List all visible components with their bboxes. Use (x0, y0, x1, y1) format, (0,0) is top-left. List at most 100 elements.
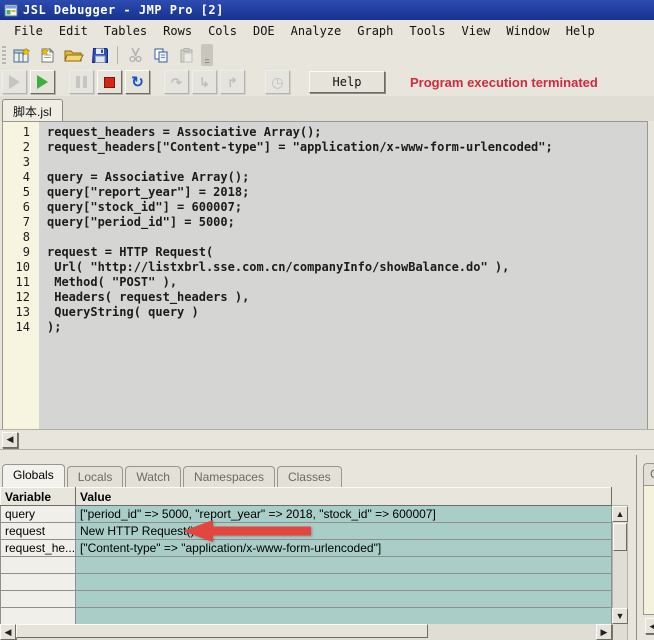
tab-namespaces[interactable]: Namespaces (182, 466, 275, 487)
scroll-left-icon[interactable]: ◀ (2, 431, 18, 448)
stop-button[interactable] (97, 70, 122, 94)
menu-cols[interactable]: Cols (200, 22, 245, 40)
step-over-icon: ↷ (171, 74, 182, 90)
toolbar-overflow-icon[interactable]: = (201, 44, 213, 66)
tab-locals[interactable]: Locals (66, 466, 124, 487)
reset-button[interactable]: ↻ (125, 70, 150, 94)
app-icon (4, 4, 18, 16)
toolbar-grip[interactable] (2, 46, 6, 64)
code-line: request_headers = Associative Array(); (47, 125, 322, 139)
variable-name-cell[interactable] (0, 607, 76, 625)
table-vscrollbar[interactable]: ▲ ▼ (612, 505, 628, 640)
open-icon (64, 50, 84, 62)
variable-name-cell[interactable] (0, 556, 76, 574)
table-row[interactable]: request_he... ["Content-type" => "applica… (0, 539, 612, 557)
pause-button[interactable] (69, 70, 94, 94)
scroll-down-icon[interactable]: ▼ (612, 608, 628, 624)
tab-callstack-partial[interactable]: C (643, 463, 654, 485)
code-line: QueryString( query ) (47, 305, 199, 319)
step-into-button[interactable]: ↳ (192, 70, 217, 94)
tab-watch[interactable]: Watch (125, 466, 181, 487)
table-row[interactable] (0, 556, 612, 574)
scroll-right-icon[interactable]: ▶ (596, 624, 612, 640)
breakpoints-button[interactable]: ◷ (265, 70, 290, 94)
tab-classes[interactable]: Classes (276, 466, 342, 487)
line-number: 4 (22, 170, 30, 184)
step-over-button[interactable]: ↷ (164, 70, 189, 94)
column-header-value[interactable]: Value (75, 487, 612, 506)
splitter[interactable] (0, 450, 654, 462)
table-row[interactable] (0, 590, 612, 608)
menu-view[interactable]: View (454, 22, 499, 40)
line-number-gutter: 1 2 3 4 5 6 7 8 9 10 11 12 13 14 (3, 122, 39, 429)
save-button[interactable] (88, 44, 112, 66)
line-number: 3 (22, 155, 30, 169)
new-data-table-button[interactable] (10, 44, 34, 66)
save-icon (91, 47, 108, 63)
scroll-left-icon[interactable]: ◀ (645, 618, 654, 634)
code-line: Headers( request_headers ), (47, 290, 250, 304)
table-row[interactable]: query ["period_id" => 5000, "report_year"… (0, 505, 612, 523)
step-into-icon: ↳ (199, 74, 210, 90)
variable-name-cell[interactable] (0, 590, 76, 608)
variable-value-cell[interactable] (75, 556, 612, 574)
variable-value-cell[interactable] (75, 573, 612, 591)
table-row[interactable] (0, 607, 612, 625)
open-button[interactable] (62, 44, 86, 66)
hscroll-thumb[interactable] (16, 624, 428, 638)
run-to-breakpoint-button[interactable] (2, 70, 27, 94)
menu-tools[interactable]: Tools (401, 22, 453, 40)
column-header-variable[interactable]: Variable (0, 487, 76, 506)
window-title: JSL Debugger - JMP Pro [2] (23, 3, 224, 17)
hscroll-track (428, 624, 596, 640)
table-row[interactable] (0, 573, 612, 591)
code-editor[interactable]: 1 2 3 4 5 6 7 8 9 10 11 12 13 14 request_headers = As… (0, 121, 654, 430)
help-button[interactable]: Help (309, 71, 385, 93)
vscroll-thumb[interactable] (613, 523, 627, 551)
line-number: 11 (15, 275, 30, 289)
run-icon (37, 75, 48, 89)
paste-button[interactable] (175, 44, 199, 66)
variable-name-cell[interactable]: query (0, 505, 76, 523)
variable-name-cell[interactable]: request (0, 522, 76, 540)
cut-button[interactable] (123, 44, 147, 66)
scroll-left-icon[interactable]: ◀ (0, 624, 16, 640)
variable-value-cell[interactable]: ["period_id" => 5000, "report_year" => 2… (75, 505, 612, 523)
copy-button[interactable] (149, 44, 173, 66)
line-number: 9 (22, 245, 30, 259)
tab-script-jsl[interactable]: 脚本.jsl (2, 99, 63, 121)
variable-value-cell[interactable] (75, 590, 612, 608)
new-script-button[interactable] (36, 44, 60, 66)
variable-value-cell[interactable]: New HTTP Request() (75, 522, 612, 540)
line-number: 5 (22, 185, 30, 199)
menu-edit[interactable]: Edit (51, 22, 96, 40)
menu-graph[interactable]: Graph (349, 22, 401, 40)
variable-value-cell[interactable]: ["Content-type" => "application/x-www-fo… (75, 539, 612, 557)
code-line: query["period_id"] = 5000; (47, 215, 235, 229)
menu-rows[interactable]: Rows (155, 22, 200, 40)
toolbar-separator (117, 46, 118, 64)
title-bar: JSL Debugger - JMP Pro [2] (0, 0, 654, 20)
run-button[interactable] (30, 70, 55, 94)
menu-file[interactable]: File (6, 22, 51, 40)
menu-doe[interactable]: DOE (245, 22, 283, 40)
menu-window[interactable]: Window (498, 22, 557, 40)
tab-globals[interactable]: Globals (2, 464, 65, 487)
table-hscrollbar[interactable]: ◀ ▶ (0, 624, 612, 640)
menu-tables[interactable]: Tables (96, 22, 155, 40)
new-script-icon (40, 46, 54, 62)
variable-name-cell[interactable] (0, 573, 76, 591)
menu-analyze[interactable]: Analyze (283, 22, 350, 40)
status-message: Program execution terminated (410, 74, 598, 90)
line-number: 1 (22, 125, 30, 139)
menu-help[interactable]: Help (558, 22, 603, 40)
table-row[interactable]: request New HTTP Request() (0, 522, 612, 540)
scroll-up-icon[interactable]: ▲ (612, 506, 628, 522)
variable-name-cell[interactable]: request_he... (0, 539, 76, 557)
step-out-button[interactable]: ↱ (220, 70, 245, 94)
editor-hscrollbar[interactable]: ◀ (0, 430, 654, 450)
variable-value-cell[interactable] (75, 607, 612, 625)
paste-icon (180, 47, 193, 62)
code-text[interactable]: request_headers = Associative Array(); re… (39, 122, 647, 429)
